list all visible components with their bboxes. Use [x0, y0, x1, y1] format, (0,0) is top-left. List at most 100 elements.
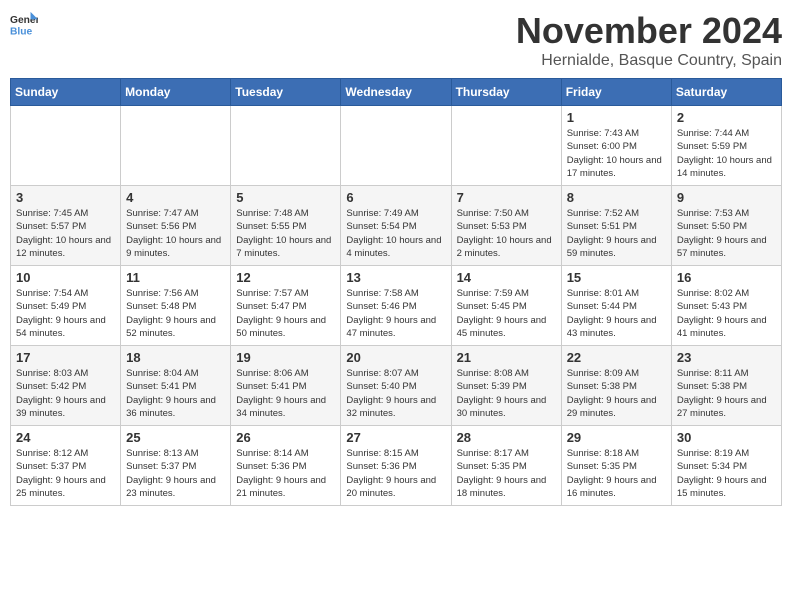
day-info: Sunrise: 7:54 AM Sunset: 5:49 PM Dayligh… — [16, 287, 115, 340]
day-number: 25 — [126, 430, 225, 445]
day-number: 26 — [236, 430, 335, 445]
calendar-cell — [121, 106, 231, 186]
day-info: Sunrise: 7:57 AM Sunset: 5:47 PM Dayligh… — [236, 287, 335, 340]
calendar-cell — [451, 106, 561, 186]
calendar-table: SundayMondayTuesdayWednesdayThursdayFrid… — [10, 78, 782, 506]
calendar-weekday-header: Thursday — [451, 79, 561, 106]
calendar-body: 1Sunrise: 7:43 AM Sunset: 6:00 PM Daylig… — [11, 106, 782, 506]
day-number: 2 — [677, 110, 776, 125]
day-info: Sunrise: 8:18 AM Sunset: 5:35 PM Dayligh… — [567, 447, 666, 500]
page-title: November 2024 — [516, 10, 782, 52]
day-info: Sunrise: 7:52 AM Sunset: 5:51 PM Dayligh… — [567, 207, 666, 260]
calendar-cell: 12 Sunrise: 7:57 AM Sunset: 5:47 PM Dayli… — [231, 266, 341, 346]
day-number: 17 — [16, 350, 115, 365]
day-info: Sunrise: 8:01 AM Sunset: 5:44 PM Dayligh… — [567, 287, 666, 340]
day-number: 12 — [236, 270, 335, 285]
calendar-weekday-header: Friday — [561, 79, 671, 106]
day-number: 10 — [16, 270, 115, 285]
calendar-cell: 9 Sunrise: 7:53 AM Sunset: 5:50 PM Daylig… — [671, 186, 781, 266]
day-info: Sunrise: 8:13 AM Sunset: 5:37 PM Dayligh… — [126, 447, 225, 500]
day-number: 29 — [567, 430, 666, 445]
calendar-weekday-header: Wednesday — [341, 79, 451, 106]
day-info: Sunrise: 8:06 AM Sunset: 5:41 PM Dayligh… — [236, 367, 335, 420]
calendar-weekday-header: Sunday — [11, 79, 121, 106]
calendar-cell: 25 Sunrise: 8:13 AM Sunset: 5:37 PM Dayli… — [121, 426, 231, 506]
calendar-cell: 29 Sunrise: 8:18 AM Sunset: 5:35 PM Dayli… — [561, 426, 671, 506]
calendar-cell: 11 Sunrise: 7:56 AM Sunset: 5:48 PM Dayli… — [121, 266, 231, 346]
day-number: 30 — [677, 430, 776, 445]
calendar-cell: 8 Sunrise: 7:52 AM Sunset: 5:51 PM Daylig… — [561, 186, 671, 266]
title-block: November 2024 Hernialde, Basque Country,… — [516, 10, 782, 70]
day-info: Sunrise: 7:50 AM Sunset: 5:53 PM Dayligh… — [457, 207, 556, 260]
calendar-cell: 18 Sunrise: 8:04 AM Sunset: 5:41 PM Dayli… — [121, 346, 231, 426]
calendar-cell — [231, 106, 341, 186]
calendar-week-row: 17 Sunrise: 8:03 AM Sunset: 5:42 PM Dayli… — [11, 346, 782, 426]
calendar-cell: 28Sunrise: 8:17 AM Sunset: 5:35 PM Dayli… — [451, 426, 561, 506]
calendar-weekday-header: Monday — [121, 79, 231, 106]
calendar-cell: 1Sunrise: 7:43 AM Sunset: 6:00 PM Daylig… — [561, 106, 671, 186]
day-number: 14 — [457, 270, 556, 285]
day-number: 28 — [457, 430, 556, 445]
calendar-cell: 20Sunrise: 8:07 AM Sunset: 5:40 PM Dayli… — [341, 346, 451, 426]
calendar-cell: 19Sunrise: 8:06 AM Sunset: 5:41 PM Dayli… — [231, 346, 341, 426]
calendar-cell: 21 Sunrise: 8:08 AM Sunset: 5:39 PM Dayli… — [451, 346, 561, 426]
day-info: Sunrise: 7:49 AM Sunset: 5:54 PM Dayligh… — [346, 207, 445, 260]
calendar-cell: 7 Sunrise: 7:50 AM Sunset: 5:53 PM Daylig… — [451, 186, 561, 266]
day-number: 13 — [346, 270, 445, 285]
calendar-weekday-header: Tuesday — [231, 79, 341, 106]
day-info: Sunrise: 8:09 AM Sunset: 5:38 PM Dayligh… — [567, 367, 666, 420]
calendar-cell: 2 Sunrise: 7:44 AM Sunset: 5:59 PM Daylig… — [671, 106, 781, 186]
day-number: 4 — [126, 190, 225, 205]
day-number: 9 — [677, 190, 776, 205]
page-subtitle: Hernialde, Basque Country, Spain — [516, 52, 782, 70]
day-info: Sunrise: 7:53 AM Sunset: 5:50 PM Dayligh… — [677, 207, 776, 260]
calendar-cell: 23Sunrise: 8:11 AM Sunset: 5:38 PM Dayli… — [671, 346, 781, 426]
calendar-week-row: 10 Sunrise: 7:54 AM Sunset: 5:49 PM Dayli… — [11, 266, 782, 346]
calendar-cell: 30 Sunrise: 8:19 AM Sunset: 5:34 PM Dayli… — [671, 426, 781, 506]
calendar-cell — [11, 106, 121, 186]
calendar-cell: 5 Sunrise: 7:48 AM Sunset: 5:55 PM Daylig… — [231, 186, 341, 266]
day-number: 21 — [457, 350, 556, 365]
day-number: 22 — [567, 350, 666, 365]
calendar-cell: 27 Sunrise: 8:15 AM Sunset: 5:36 PM Dayli… — [341, 426, 451, 506]
calendar-cell: 16 Sunrise: 8:02 AM Sunset: 5:43 PM Dayli… — [671, 266, 781, 346]
day-info: Sunrise: 8:02 AM Sunset: 5:43 PM Dayligh… — [677, 287, 776, 340]
day-info: Sunrise: 8:15 AM Sunset: 5:36 PM Dayligh… — [346, 447, 445, 500]
day-info: Sunrise: 7:59 AM Sunset: 5:45 PM Dayligh… — [457, 287, 556, 340]
calendar-week-row: 1Sunrise: 7:43 AM Sunset: 6:00 PM Daylig… — [11, 106, 782, 186]
day-number: 11 — [126, 270, 225, 285]
day-number: 18 — [126, 350, 225, 365]
day-number: 8 — [567, 190, 666, 205]
calendar-cell: 15Sunrise: 8:01 AM Sunset: 5:44 PM Dayli… — [561, 266, 671, 346]
calendar-header-row: SundayMondayTuesdayWednesdayThursdayFrid… — [11, 79, 782, 106]
calendar-weekday-header: Saturday — [671, 79, 781, 106]
day-number: 27 — [346, 430, 445, 445]
calendar-week-row: 24 Sunrise: 8:12 AM Sunset: 5:37 PM Dayli… — [11, 426, 782, 506]
day-info: Sunrise: 7:47 AM Sunset: 5:56 PM Dayligh… — [126, 207, 225, 260]
page-header: General Blue November 2024 Hernialde, Ba… — [10, 10, 782, 70]
day-info: Sunrise: 8:12 AM Sunset: 5:37 PM Dayligh… — [16, 447, 115, 500]
day-number: 7 — [457, 190, 556, 205]
day-info: Sunrise: 8:14 AM Sunset: 5:36 PM Dayligh… — [236, 447, 335, 500]
day-info: Sunrise: 8:04 AM Sunset: 5:41 PM Dayligh… — [126, 367, 225, 420]
day-info: Sunrise: 7:48 AM Sunset: 5:55 PM Dayligh… — [236, 207, 335, 260]
day-info: Sunrise: 7:45 AM Sunset: 5:57 PM Dayligh… — [16, 207, 115, 260]
svg-text:Blue: Blue — [10, 26, 33, 37]
day-info: Sunrise: 8:03 AM Sunset: 5:42 PM Dayligh… — [16, 367, 115, 420]
day-number: 20 — [346, 350, 445, 365]
day-info: Sunrise: 7:44 AM Sunset: 5:59 PM Dayligh… — [677, 127, 776, 180]
calendar-cell: 26 Sunrise: 8:14 AM Sunset: 5:36 PM Dayli… — [231, 426, 341, 506]
day-number: 5 — [236, 190, 335, 205]
day-info: Sunrise: 7:43 AM Sunset: 6:00 PM Dayligh… — [567, 127, 666, 180]
day-info: Sunrise: 7:58 AM Sunset: 5:46 PM Dayligh… — [346, 287, 445, 340]
calendar-cell: 13 Sunrise: 7:58 AM Sunset: 5:46 PM Dayli… — [341, 266, 451, 346]
calendar-cell: 24 Sunrise: 8:12 AM Sunset: 5:37 PM Dayli… — [11, 426, 121, 506]
day-info: Sunrise: 8:19 AM Sunset: 5:34 PM Dayligh… — [677, 447, 776, 500]
calendar-cell: 6 Sunrise: 7:49 AM Sunset: 5:54 PM Daylig… — [341, 186, 451, 266]
day-info: Sunrise: 7:56 AM Sunset: 5:48 PM Dayligh… — [126, 287, 225, 340]
day-number: 16 — [677, 270, 776, 285]
day-number: 6 — [346, 190, 445, 205]
day-info: Sunrise: 8:08 AM Sunset: 5:39 PM Dayligh… — [457, 367, 556, 420]
day-number: 24 — [16, 430, 115, 445]
day-number: 23 — [677, 350, 776, 365]
